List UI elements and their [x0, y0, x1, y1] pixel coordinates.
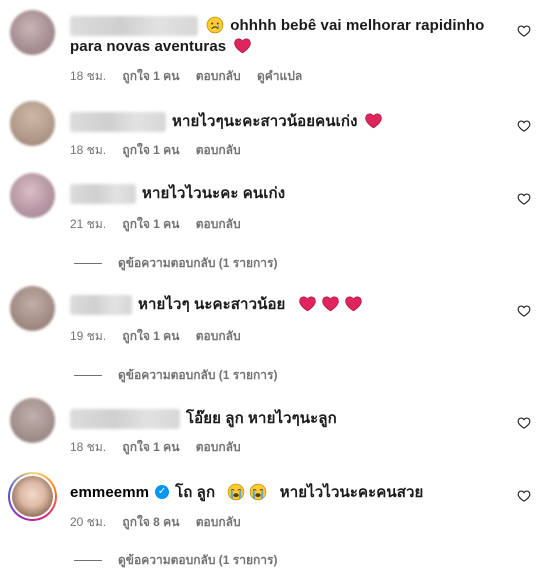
comment-meta: 21 ชม. ถูกใจ 1 คน ตอบกลับ	[70, 215, 254, 234]
red-heart-icon	[233, 36, 252, 55]
crying-face-icon	[227, 483, 245, 501]
comment-text: หายไวๆนะคะสาวน้อยคนเก่ง	[172, 113, 358, 130]
like-count[interactable]: ถูกใจ 8 คน	[122, 515, 179, 529]
comment-text: โอ๊ยย ลูก หายไวๆนะลูก	[186, 410, 337, 427]
comment-text-block: ohhhh bebê vai melhorar rapidinho para n…	[70, 15, 490, 57]
sad-face-icon	[206, 16, 224, 34]
avatar-story-ring[interactable]	[8, 472, 57, 521]
comment-meta: 19 ชม. ถูกใจ 1 คน ตอบกลับ	[70, 327, 254, 346]
replies-divider	[74, 263, 102, 265]
view-replies-button[interactable]: ดูข้อความตอบกลับ (1 รายการ)	[74, 551, 277, 570]
reply-button[interactable]: ตอบกลับ	[196, 143, 241, 157]
comment-text-block: โอ๊ยย ลูก หายไวๆนะลูก	[70, 408, 490, 430]
comment-text-block: emmeemm ✓ โถ ลูก หายไวไวนะคะคนสวย	[70, 482, 490, 503]
view-replies-label: ดูข้อความตอบกลับ (1 รายการ)	[118, 368, 278, 382]
like-count[interactable]: ถูกใจ 1 คน	[122, 440, 179, 454]
heart-outline-icon[interactable]	[517, 304, 531, 318]
like-count[interactable]: ถูกใจ 1 คน	[122, 217, 179, 231]
comment-text: โถ ลูก	[175, 484, 216, 501]
crying-face-icon	[249, 483, 267, 501]
avatar[interactable]	[10, 10, 55, 55]
red-heart-icon	[344, 294, 363, 313]
heart-outline-icon[interactable]	[517, 192, 531, 206]
replies-divider	[74, 375, 102, 377]
reply-button[interactable]: ตอบกลับ	[196, 440, 241, 454]
view-replies-button[interactable]: ดูข้อความตอบกลับ (1 รายการ)	[74, 254, 277, 273]
translate-button[interactable]: ดูคำแปล	[257, 69, 302, 83]
red-heart-icon	[364, 111, 383, 130]
comment-time: 21 ชม.	[70, 217, 107, 231]
reply-button[interactable]: ตอบกลับ	[196, 329, 241, 343]
view-replies-button[interactable]: ดูข้อความตอบกลับ (1 รายการ)	[74, 366, 277, 385]
comment-time: 18 ชม.	[70, 440, 107, 454]
view-replies-label: ดูข้อความตอบกลับ (1 รายการ)	[118, 256, 278, 270]
view-replies-label: ดูข้อความตอบกลับ (1 รายการ)	[118, 553, 278, 567]
avatar[interactable]	[10, 101, 55, 146]
username-redacted[interactable]	[70, 112, 166, 133]
comment-text-block: หายไวๆ นะคะสาวน้อย	[70, 294, 490, 316]
like-count[interactable]: ถูกใจ 1 คน	[122, 329, 179, 343]
username-redacted[interactable]	[70, 295, 132, 316]
heart-outline-icon[interactable]	[517, 24, 531, 38]
comment-time: 18 ชม.	[70, 69, 107, 83]
comment-text-block: หายไวๆนะคะสาวน้อยคนเก่ง	[70, 111, 490, 133]
comment-meta: 18 ชม. ถูกใจ 1 คน ตอบกลับ	[70, 438, 254, 457]
username-redacted[interactable]	[70, 16, 198, 37]
avatar[interactable]	[10, 398, 55, 443]
comment-meta: 18 ชม. ถูกใจ 1 คน ตอบกลับ	[70, 141, 254, 160]
red-heart-icon	[298, 294, 317, 313]
comment-username[interactable]: emmeemm	[70, 484, 149, 501]
comment-time: 19 ชม.	[70, 329, 107, 343]
comment-text: หายไวไวนะคะ คนเก่ง	[142, 185, 286, 202]
heart-outline-icon[interactable]	[517, 416, 531, 430]
avatar[interactable]	[10, 286, 55, 331]
reply-button[interactable]: ตอบกลับ	[196, 217, 241, 231]
comment-text: หายไวไวนะคะคนสวย	[279, 484, 424, 501]
username-redacted[interactable]	[70, 409, 180, 430]
comment-meta: 20 ชม. ถูกใจ 8 คน ตอบกลับ	[70, 513, 254, 532]
username-redacted[interactable]	[70, 184, 136, 205]
comment-text-block: หายไวไวนะคะ คนเก่ง	[70, 183, 490, 205]
avatar	[12, 476, 53, 517]
comment-time: 20 ชม.	[70, 515, 107, 529]
red-heart-icon	[321, 294, 340, 313]
comment-time: 18 ชม.	[70, 143, 107, 157]
reply-button[interactable]: ตอบกลับ	[196, 69, 241, 83]
heart-outline-icon[interactable]	[517, 119, 531, 133]
reply-button[interactable]: ตอบกลับ	[196, 515, 241, 529]
comment-text: หายไวๆ นะคะสาวน้อย	[138, 296, 286, 313]
comment-meta: 18 ชม. ถูกใจ 1 คน ตอบกลับ ดูคำแปล	[70, 67, 315, 86]
heart-outline-icon[interactable]	[517, 489, 531, 503]
like-count[interactable]: ถูกใจ 1 คน	[122, 143, 179, 157]
like-count[interactable]: ถูกใจ 1 คน	[122, 69, 179, 83]
replies-divider	[74, 560, 102, 562]
verified-badge-icon: ✓	[155, 485, 170, 500]
avatar[interactable]	[10, 173, 55, 218]
